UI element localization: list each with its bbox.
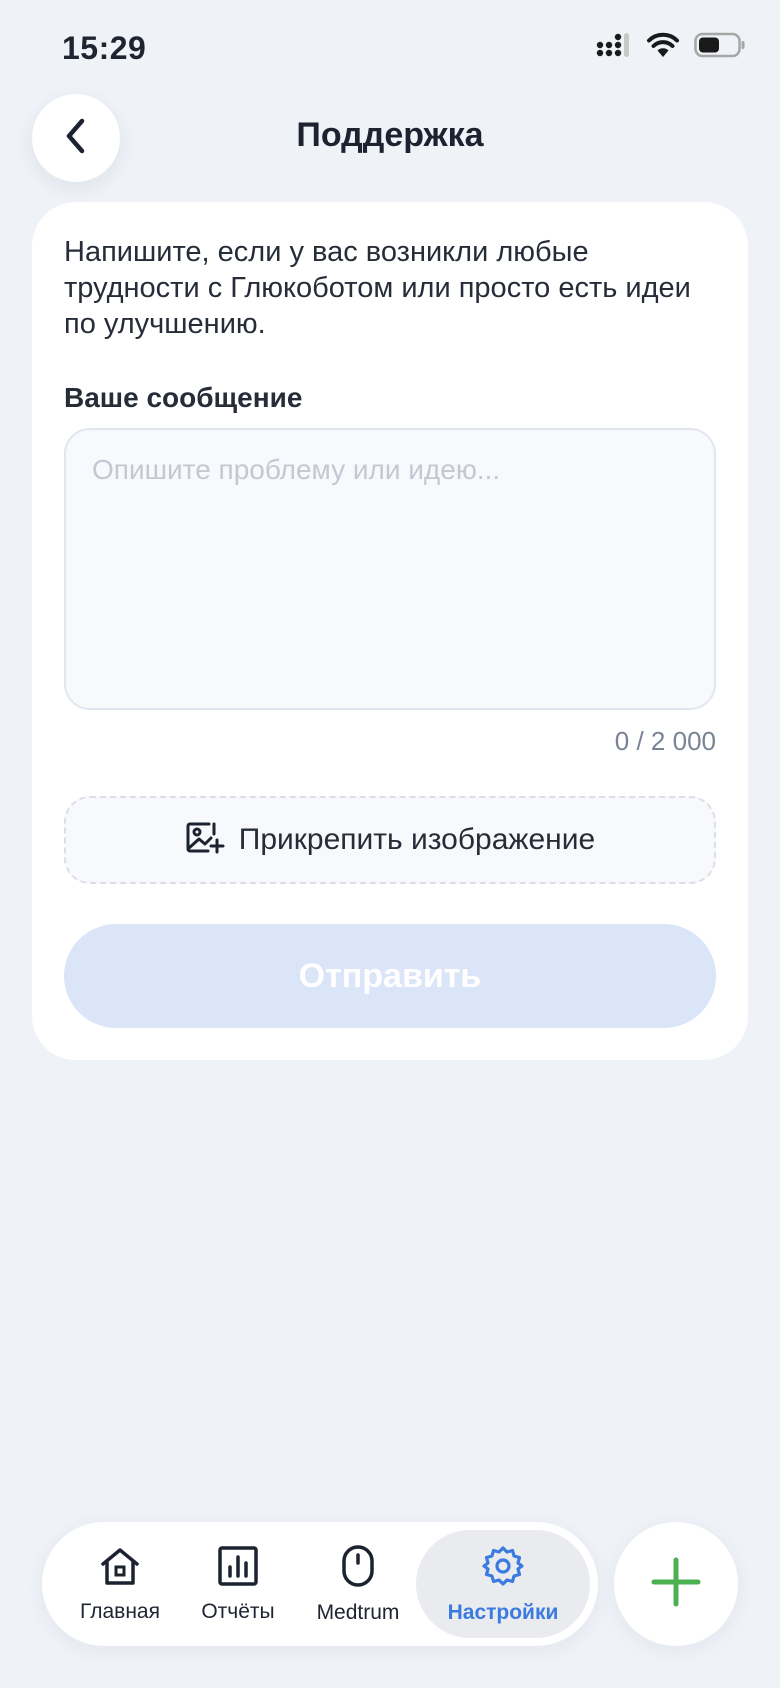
char-counter: 0 / 2 000 [614, 726, 716, 756]
attach-image-button[interactable]: Прикрепить изображение [64, 796, 716, 884]
message-label: Ваше сообщение [64, 382, 303, 413]
plus-icon [650, 1556, 702, 1613]
tab-bar: Главная Отчёты Medtrum Настройки [42, 1522, 598, 1646]
gear-icon [481, 1544, 525, 1593]
tab-settings[interactable]: Настройки [416, 1530, 590, 1638]
support-screen: 15:29 Поддержка Напишите, если у вас воз… [0, 0, 780, 1688]
tab-settings-label: Настройки [447, 1600, 559, 1624]
support-form-card: Напишите, если у вас возникли любые труд… [32, 202, 748, 1060]
attach-image-label: Прикрепить изображение [238, 823, 596, 856]
page-title: Поддержка [296, 116, 484, 154]
image-add-icon [185, 820, 225, 861]
tab-medtrum-label: Medtrum [316, 1600, 400, 1624]
bar-chart-icon [217, 1545, 259, 1592]
intro-text: Напишите, если у вас возникли любые труд… [64, 236, 691, 340]
tab-home-label: Главная [80, 1599, 160, 1623]
status-time: 15:29 [62, 30, 147, 66]
send-button[interactable]: Отправить [64, 924, 716, 1028]
add-button[interactable] [614, 1522, 738, 1646]
tab-reports-label: Отчёты [201, 1599, 275, 1623]
cellular-signal-icon [596, 32, 632, 58]
device-icon [341, 1544, 375, 1593]
message-textarea[interactable] [64, 428, 716, 710]
tab-home[interactable]: Главная [64, 1530, 176, 1638]
wifi-icon [646, 32, 680, 58]
status-icons [596, 32, 746, 58]
home-icon [98, 1545, 142, 1592]
tab-medtrum[interactable]: Medtrum [302, 1530, 414, 1638]
battery-icon [694, 32, 746, 58]
status-bar: 15:29 [0, 0, 780, 100]
tab-reports[interactable]: Отчёты [182, 1530, 294, 1638]
